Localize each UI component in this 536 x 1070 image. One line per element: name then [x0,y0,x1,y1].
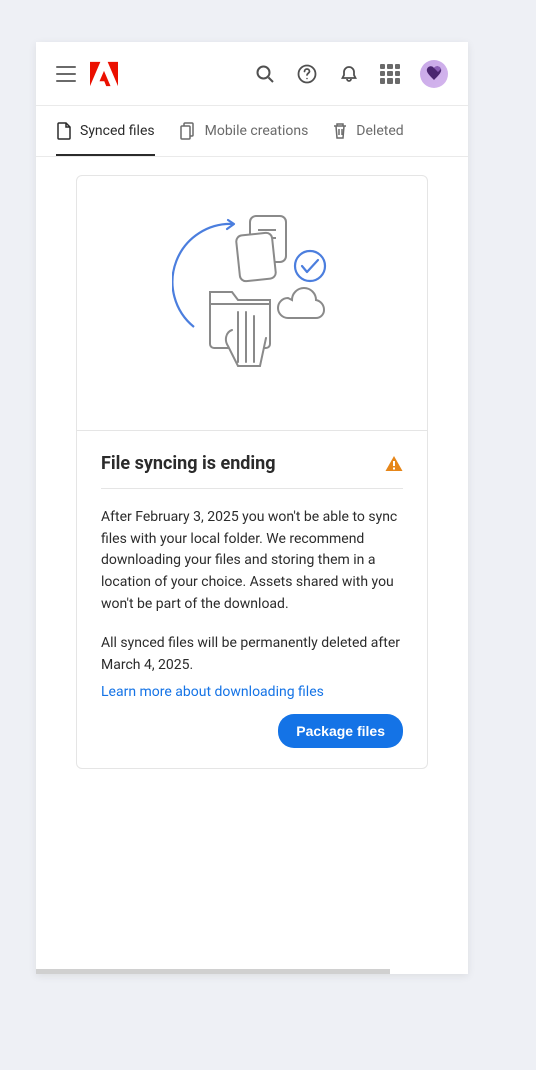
tabs: Synced files Mobile creations Deleted [36,106,468,157]
tab-synced-files[interactable]: Synced files [56,106,155,156]
notifications-icon[interactable] [338,63,360,85]
tab-label: Deleted [356,123,403,139]
package-files-button[interactable]: Package files [278,714,403,748]
card-body: File syncing is ending After February 3,… [77,431,427,768]
main-content: File syncing is ending After February 3,… [36,157,468,787]
apps-icon[interactable] [380,64,400,84]
topbar [36,42,468,106]
sync-illustration [77,176,427,431]
help-icon[interactable] [296,63,318,85]
tab-mobile-creations[interactable]: Mobile creations [179,106,309,156]
notice-paragraph-1: After February 3, 2025 you won't be able… [101,507,403,615]
search-icon[interactable] [254,63,276,85]
adobe-logo[interactable] [90,61,118,87]
tab-label: Synced files [80,123,155,139]
horizontal-scrollbar[interactable] [36,969,390,974]
avatar[interactable] [420,60,448,88]
notice-card: File syncing is ending After February 3,… [76,175,428,769]
notice-paragraph-2: All synced files will be permanently del… [101,633,403,676]
menu-icon[interactable] [56,66,76,82]
warning-icon [385,455,403,473]
app-container: Synced files Mobile creations Deleted [36,42,468,974]
tab-label: Mobile creations [205,123,309,139]
tab-deleted[interactable]: Deleted [332,106,403,156]
topbar-icons [254,60,448,88]
learn-more-link[interactable]: Learn more about downloading files [101,684,324,700]
notice-title: File syncing is ending [101,453,276,474]
